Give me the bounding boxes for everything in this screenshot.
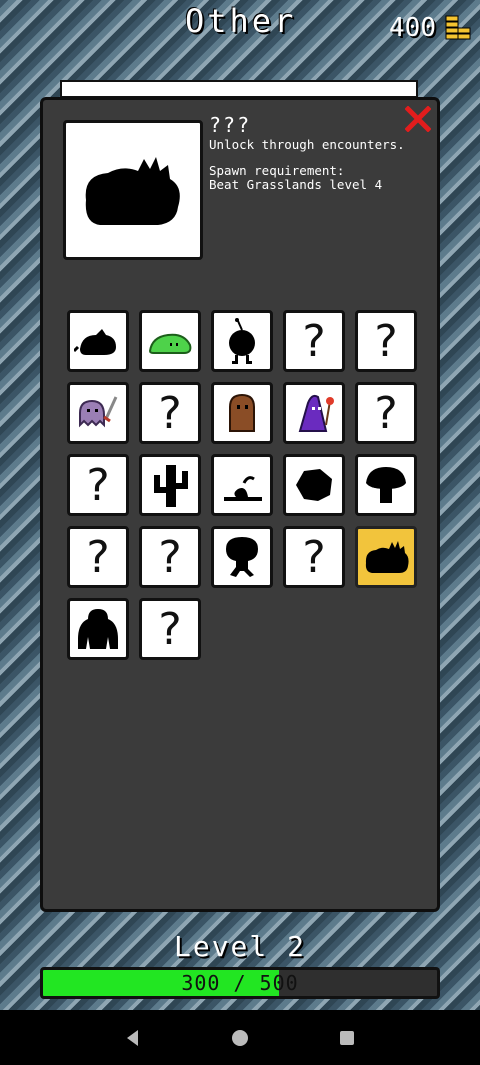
- creature-cell[interactable]: [211, 454, 273, 516]
- creature-cell[interactable]: [211, 382, 273, 444]
- bush-silhouette-icon: [365, 541, 409, 573]
- tab-strip: [60, 80, 418, 98]
- unknown-creature-mark: ?: [158, 387, 182, 439]
- creature-cell[interactable]: ?: [283, 526, 345, 588]
- creature-cell[interactable]: [355, 454, 417, 516]
- xp-text: 300 / 500: [181, 971, 299, 995]
- xp-bar: 300 / 500: [40, 967, 440, 999]
- rock-silhouette-icon: [296, 469, 332, 501]
- unknown-creature-mark: ?: [86, 459, 110, 511]
- gorilla-silhouette-icon: [78, 609, 118, 649]
- purple-wizard-icon: [298, 394, 334, 432]
- creature-cell[interactable]: ?: [67, 454, 129, 516]
- close-icon[interactable]: [405, 106, 431, 132]
- player-level: Level 2: [173, 930, 306, 963]
- recents-icon[interactable]: [336, 1027, 358, 1049]
- back-icon[interactable]: [122, 1027, 144, 1049]
- unknown-creature-mark: ?: [374, 387, 398, 439]
- creature-description: Unlock through encounters.: [209, 137, 405, 152]
- creature-info: ??? Unlock through encounters. Spawn req…: [209, 113, 405, 192]
- creature-cell[interactable]: [67, 310, 129, 372]
- creature-grid: ?????????: [67, 310, 417, 660]
- creature-cell[interactable]: [355, 526, 417, 588]
- coin-amount: 400: [389, 13, 436, 43]
- creature-cell[interactable]: [211, 526, 273, 588]
- mushroom-silhouette-icon: [366, 467, 406, 503]
- creature-cell[interactable]: [67, 598, 129, 660]
- unknown-creature-mark: ?: [86, 531, 110, 583]
- bestiary-panel: ??? Unlock through encounters. Spawn req…: [40, 97, 440, 912]
- rat-silhouette-icon: [74, 329, 116, 355]
- screen-title: Other: [185, 2, 297, 40]
- green-slime-icon: [148, 333, 192, 354]
- tree-walker-silhouette-icon: [226, 537, 258, 577]
- home-icon[interactable]: [229, 1027, 251, 1049]
- unknown-creature-mark: ?: [158, 531, 182, 583]
- worm-silhouette-icon: [224, 476, 262, 501]
- cactus-silhouette-icon: [154, 465, 188, 507]
- creature-cell[interactable]: ?: [355, 310, 417, 372]
- creature-cell[interactable]: [139, 454, 201, 516]
- creature-cell[interactable]: ?: [355, 382, 417, 444]
- coin-counter: 400: [389, 12, 472, 44]
- creature-cell[interactable]: [67, 382, 129, 444]
- spawn-requirement-value: Beat Grasslands level 4: [209, 177, 383, 192]
- creature-cell[interactable]: [139, 310, 201, 372]
- purple-ghost-sword-icon: [79, 396, 118, 428]
- unknown-creature-mark: ?: [302, 531, 326, 583]
- creature-cell[interactable]: ?: [283, 310, 345, 372]
- creature-name: ???: [209, 113, 252, 137]
- spawn-requirement-label: Spawn requirement:: [209, 163, 345, 178]
- bomb-creature-icon: [229, 318, 255, 364]
- creature-preview: [63, 120, 203, 260]
- brown-ghost-icon: [229, 393, 255, 432]
- creature-cell[interactable]: [211, 310, 273, 372]
- unknown-creature-mark: ?: [302, 315, 326, 367]
- creature-cell[interactable]: [283, 454, 345, 516]
- unknown-creature-mark: ?: [158, 603, 182, 655]
- creature-cell[interactable]: ?: [67, 526, 129, 588]
- creature-cell[interactable]: ?: [139, 382, 201, 444]
- creature-cell[interactable]: ?: [139, 598, 201, 660]
- unknown-creature-mark: ?: [374, 315, 398, 367]
- creature-cell[interactable]: ?: [139, 526, 201, 588]
- bush-silhouette-icon: [85, 157, 180, 225]
- gold-coins-icon: [445, 15, 471, 40]
- creature-cell[interactable]: [283, 382, 345, 444]
- android-nav-bar: [0, 1010, 480, 1065]
